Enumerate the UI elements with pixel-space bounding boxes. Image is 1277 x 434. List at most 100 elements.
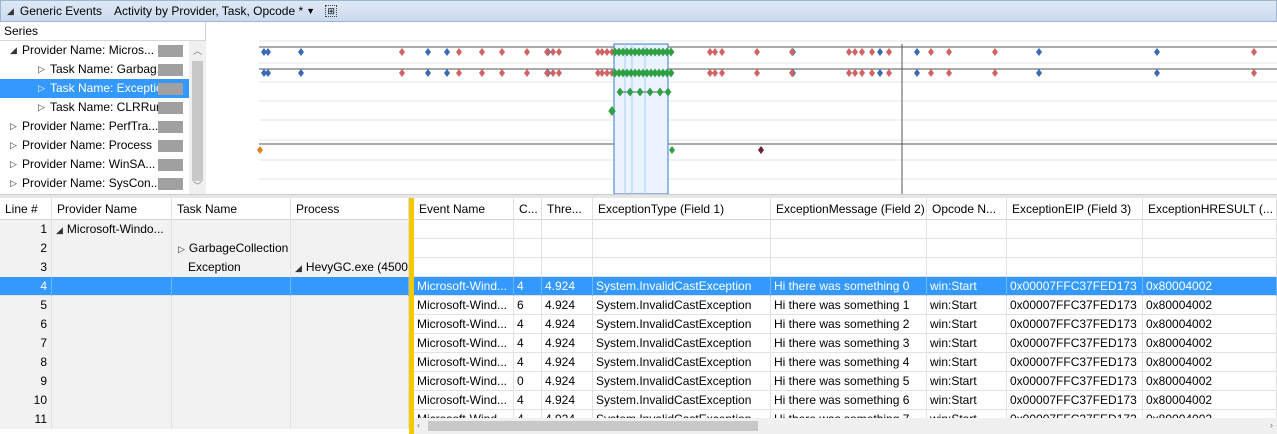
table-row[interactable]: 5 Microsoft-Wind... 6 4.924 System.InvalidCa… bbox=[0, 296, 1277, 315]
event-timeline-graph[interactable] bbox=[207, 22, 1277, 194]
scroll-left-icon[interactable]: ‹ bbox=[417, 420, 420, 430]
expanded-arrow-icon[interactable]: ◢ bbox=[56, 225, 63, 235]
table-cell: Microsoft-Wind... bbox=[414, 296, 514, 315]
collapsed-arrow-icon[interactable]: ▷ bbox=[10, 136, 17, 155]
preset-dropdown-icon[interactable]: ▼ bbox=[306, 6, 315, 16]
table-cell: win:Start bbox=[927, 353, 1007, 372]
table-cell bbox=[291, 334, 409, 353]
column-header[interactable]: Thre... bbox=[542, 198, 593, 220]
event-marker bbox=[789, 69, 795, 77]
series-color-swatch[interactable] bbox=[158, 102, 183, 114]
column-header[interactable]: Provider Name bbox=[52, 198, 172, 220]
table-cell: ◢ Microsoft-Windo... bbox=[52, 220, 172, 239]
table-cell: Hi there was something 3 bbox=[771, 334, 927, 353]
table-cell: 9 bbox=[0, 372, 52, 391]
column-header[interactable]: ExceptionEIP (Field 3) bbox=[1007, 198, 1143, 220]
column-header[interactable]: C... bbox=[514, 198, 542, 220]
series-item[interactable]: ◢ Provider Name: Micros... bbox=[0, 41, 205, 60]
table-cell: 4.924 bbox=[542, 391, 593, 410]
series-color-swatch[interactable] bbox=[158, 140, 183, 152]
timeline-svg[interactable] bbox=[207, 22, 1277, 194]
series-item[interactable]: ▷ Task Name: Garbag... bbox=[0, 60, 205, 79]
series-color-swatch[interactable] bbox=[158, 121, 183, 133]
table-row[interactable]: 4 Microsoft-Wind... 4 4.924 System.InvalidCa… bbox=[0, 277, 1277, 296]
series-item[interactable]: ▷ Task Name: Exception bbox=[0, 79, 205, 98]
collapsed-arrow-icon[interactable]: ▷ bbox=[178, 244, 185, 254]
column-header[interactable]: Line # bbox=[0, 198, 52, 220]
scrollbar-thumb[interactable] bbox=[192, 61, 203, 181]
table-horizontal-scrollbar[interactable]: ‹ › bbox=[414, 418, 1277, 434]
graph-settings-icon[interactable]: ⊞ bbox=[325, 5, 338, 17]
series-item[interactable]: ▷ Provider Name: PerfTra... bbox=[0, 117, 205, 136]
column-header[interactable]: Event Name bbox=[414, 198, 514, 220]
column-header[interactable]: ExceptionHRESULT (... bbox=[1143, 198, 1277, 220]
table-row[interactable]: 9 Microsoft-Wind... 0 4.924 System.InvalidCa… bbox=[0, 372, 1277, 391]
series-vertical-scrollbar[interactable]: ︿ ﹀ bbox=[189, 41, 206, 194]
cell-text: win:Start bbox=[930, 393, 977, 407]
column-header[interactable]: Process bbox=[291, 198, 409, 220]
table-cell bbox=[927, 220, 1007, 239]
scroll-down-icon[interactable]: ﹀ bbox=[193, 179, 202, 192]
table-row[interactable]: 3 Exception ◢ HevyGC.exe (4500) bbox=[0, 258, 1277, 277]
event-marker bbox=[852, 69, 858, 77]
column-header[interactable]: Task Name bbox=[172, 198, 291, 220]
collapsed-arrow-icon[interactable]: ▷ bbox=[38, 60, 45, 79]
table-cell: win:Start bbox=[927, 334, 1007, 353]
column-header[interactable]: ExceptionType (Field 1) bbox=[593, 198, 771, 220]
event-marker bbox=[298, 48, 304, 56]
table-cell: 0x00007FFC37FED173 bbox=[1007, 372, 1143, 391]
series-color-swatch[interactable] bbox=[158, 178, 183, 190]
cell-text: 2 bbox=[40, 241, 47, 255]
collapsed-arrow-icon[interactable]: ▷ bbox=[10, 155, 17, 174]
event-marker bbox=[928, 69, 934, 77]
collapsed-arrow-icon[interactable]: ▷ bbox=[38, 98, 45, 117]
collapsed-arrow-icon[interactable]: ▷ bbox=[38, 79, 45, 98]
series-color-swatch[interactable] bbox=[158, 45, 183, 57]
series-item[interactable]: ▷ Provider Name: Process bbox=[0, 136, 205, 155]
table-row[interactable]: 6 Microsoft-Wind... 4 4.924 System.InvalidCa… bbox=[0, 315, 1277, 334]
cell-text: Microsoft-Wind... bbox=[417, 298, 508, 312]
scrollbar-thumb[interactable] bbox=[428, 421, 758, 431]
events-table: Line # Provider Name Task Name Process Event… bbox=[0, 198, 1277, 434]
scroll-right-icon[interactable]: › bbox=[1270, 420, 1273, 430]
event-marker bbox=[265, 48, 271, 56]
expanded-arrow-icon[interactable]: ◢ bbox=[10, 41, 17, 60]
cell-text: 7 bbox=[40, 336, 47, 350]
collapsed-arrow-icon[interactable]: ▷ bbox=[10, 117, 17, 136]
column-header[interactable]: Opcode N... bbox=[927, 198, 1007, 220]
expanded-arrow-icon[interactable]: ◢ bbox=[295, 263, 302, 273]
series-item[interactable]: ▷ Provider Name: SysCon... bbox=[0, 174, 205, 193]
table-row[interactable]: 10 Microsoft-Wind... 4 4.924 System.InvalidC… bbox=[0, 391, 1277, 410]
cell-text: 6 bbox=[517, 298, 524, 312]
table-row[interactable]: 8 Microsoft-Wind... 4 4.924 System.InvalidCa… bbox=[0, 353, 1277, 372]
column-header[interactable]: ExceptionMessage (Field 2) bbox=[771, 198, 927, 220]
collapse-triangle-icon[interactable]: ◢ bbox=[7, 6, 14, 17]
cell-text: 4 bbox=[517, 393, 524, 407]
grouping-bar[interactable] bbox=[409, 198, 414, 434]
table-cell: System.InvalidCastException bbox=[593, 391, 771, 410]
series-item-label: Task Name: CLRRun... bbox=[50, 100, 173, 114]
series-color-swatch[interactable] bbox=[158, 64, 183, 76]
series-item[interactable]: ▷ Provider Name: WinSA... bbox=[0, 155, 205, 174]
table-cell bbox=[52, 410, 172, 429]
series-color-swatch[interactable] bbox=[158, 83, 183, 95]
series-color-swatch[interactable] bbox=[158, 159, 183, 171]
scroll-up-icon[interactable]: ︿ bbox=[193, 44, 202, 57]
table-cell: 4 bbox=[514, 334, 542, 353]
event-marker bbox=[712, 69, 718, 77]
table-row[interactable]: 2 ▷ GarbageCollection bbox=[0, 239, 1277, 258]
event-marker bbox=[669, 146, 675, 154]
table-row[interactable]: 1 ◢ Microsoft-Windo... bbox=[0, 220, 1277, 239]
table-row[interactable]: 7 Microsoft-Wind... 4 4.924 System.InvalidCa… bbox=[0, 334, 1277, 353]
event-marker bbox=[1036, 69, 1042, 77]
table-cell: 6 bbox=[0, 315, 52, 334]
cell-text: Hi there was something 6 bbox=[774, 393, 910, 407]
preset-selector[interactable]: Activity by Provider, Task, Opcode * bbox=[114, 4, 303, 18]
cell-text: Hi there was something 1 bbox=[774, 298, 910, 312]
collapsed-arrow-icon[interactable]: ▷ bbox=[10, 174, 17, 193]
series-item[interactable]: ▷ Task Name: CLRRun... bbox=[0, 98, 205, 117]
table-cell: System.InvalidCastException bbox=[593, 277, 771, 296]
cell-text: HevyGC.exe (4500) bbox=[305, 260, 409, 274]
table-cell bbox=[514, 220, 542, 239]
table-cell: 0x00007FFC37FED173 bbox=[1007, 315, 1143, 334]
